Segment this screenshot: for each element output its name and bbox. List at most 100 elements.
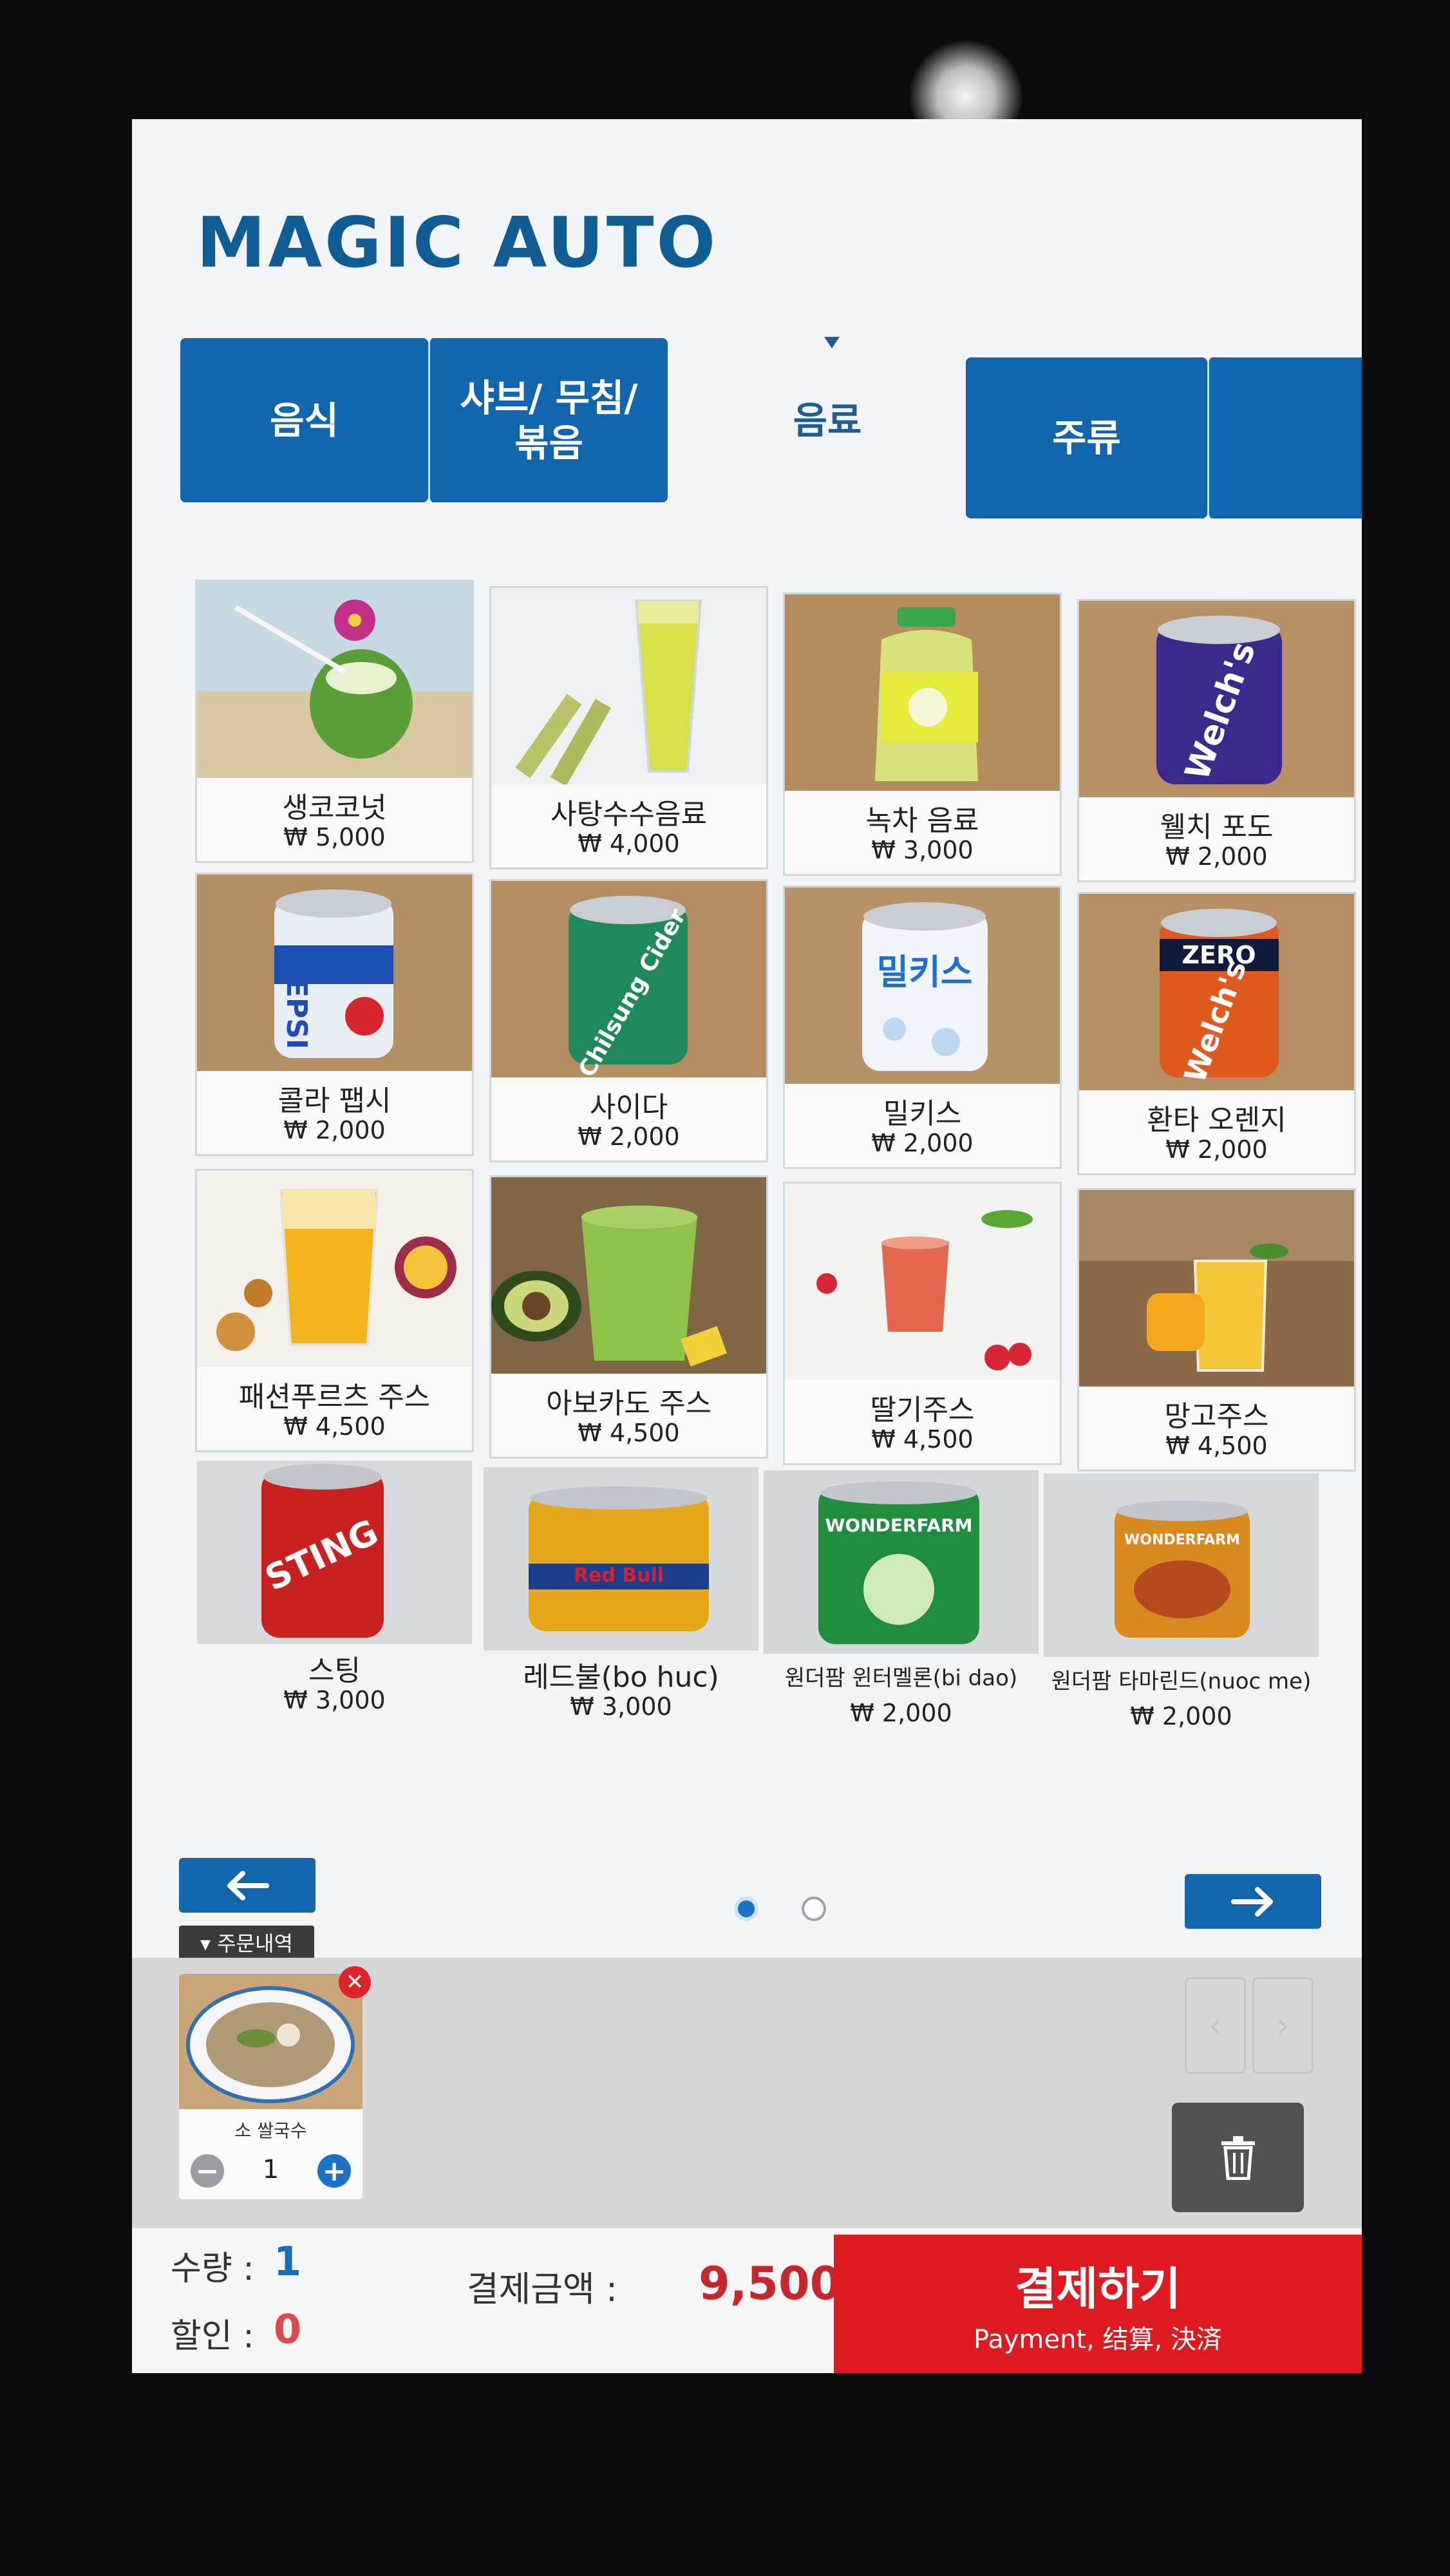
- strawberry-juice-image: [785, 1184, 1060, 1380]
- product-price: ₩ 3,000: [570, 1692, 672, 1721]
- product-card[interactable]: 녹차 음료 ₩ 3,000: [783, 592, 1062, 876]
- page-dot-1[interactable]: [734, 1897, 758, 1921]
- trash-icon: [1221, 2136, 1255, 2180]
- redbull-can-image: Red Bull: [484, 1467, 758, 1651]
- product-card[interactable]: 아보카도 주스 ₩ 4,500: [489, 1175, 768, 1459]
- coconut-image: [197, 582, 472, 778]
- product-card[interactable]: ZERO Welch's 환타 오렌지 ₩ 2,000: [1077, 892, 1356, 1175]
- wonderfarm-tamarind-can-image: WONDERFARM: [1044, 1473, 1319, 1657]
- passion-fruit-juice-image: [197, 1171, 472, 1367]
- brand-logo: MAGIC AUTO: [196, 203, 719, 283]
- arrow-left-icon: [227, 1870, 269, 1900]
- product-price: ₩ 3,000: [283, 1686, 386, 1714]
- clear-order-button[interactable]: [1172, 2103, 1304, 2212]
- chevron-left-icon: ‹: [1208, 2004, 1223, 2047]
- tab-shabu[interactable]: 샤브/ 무침/ 볶음: [428, 338, 668, 502]
- product-name: 레드불(bo huc): [523, 1661, 719, 1694]
- product-name: 아보카도 주스: [546, 1387, 711, 1420]
- product-price: ₩ 4,000: [578, 829, 680, 858]
- next-page-button[interactable]: [1185, 1874, 1321, 1929]
- sugarcane-image: [491, 588, 766, 784]
- milkis-can-image: 밀키스: [785, 887, 1060, 1084]
- remove-item-button[interactable]: ✕: [339, 1966, 371, 1998]
- product-name: 사탕수수음료: [551, 798, 707, 831]
- kiosk-screen: MAGIC AUTO 음식 샤브/ 무침/ 볶음 음료 주류 생코코넛 ₩ 5,…: [132, 119, 1362, 2373]
- sting-can-image: STING: [197, 1461, 472, 1644]
- green-tea-bottle-image: [785, 594, 1060, 791]
- product-card[interactable]: 생코코넛 ₩ 5,000: [195, 580, 474, 863]
- product-price: ₩ 4,500: [871, 1425, 974, 1454]
- product-price: ₩ 4,500: [1165, 1432, 1268, 1460]
- mango-juice-image: [1079, 1190, 1354, 1387]
- tab-drinks[interactable]: 음료: [753, 338, 901, 502]
- checkout-button[interactable]: 결제하기 Payment, 结算, 決済: [834, 2235, 1362, 2373]
- welchs-grape-can-image: Welch's: [1079, 601, 1354, 797]
- pho-bowl-image: [179, 1974, 362, 2109]
- order-summary-bar: 수량 : 1 할인 : 0 결제금액 : 9,500 결제하기 Payment,…: [132, 2228, 1362, 2373]
- pepsi-can-image: PEPSI: [197, 875, 472, 1071]
- product-name: 사이다: [589, 1091, 668, 1124]
- product-name: 환타 오렌지: [1147, 1104, 1286, 1137]
- can-label: Red Bull: [574, 1564, 664, 1587]
- product-name: 생코코넛: [282, 791, 387, 824]
- product-price: ₩ 2,000: [1165, 842, 1268, 871]
- product-card[interactable]: 망고주스 ₩ 4,500: [1077, 1188, 1356, 1472]
- product-price: ₩ 3,000: [871, 836, 974, 864]
- quantity-value: 1: [274, 2238, 302, 2285]
- checkout-sublabel: Payment, 结算, 決済: [974, 2325, 1222, 2354]
- product-name: 녹차 음료: [865, 804, 979, 837]
- product-card[interactable]: 밀키스 밀키스 ₩ 2,000: [783, 886, 1062, 1169]
- payment-amount-label: 결제금액 :: [467, 2269, 618, 2309]
- product-card[interactable]: 사탕수수음료 ₩ 4,000: [489, 586, 768, 869]
- product-name: 웰치 포도: [1160, 811, 1274, 844]
- quantity-stepper: − 1 +: [179, 2151, 362, 2190]
- product-name: 망고주스: [1164, 1400, 1269, 1433]
- product-price: ₩ 2,000: [850, 1699, 952, 1727]
- chilsung-cider-can-image: Chilsung Cider: [491, 881, 766, 1077]
- product-card[interactable]: WONDERFARM 원더팜 타마린드(nuoc me) ₩ 2,000: [1042, 1472, 1321, 1755]
- prev-page-button[interactable]: [179, 1858, 315, 1913]
- product-card[interactable]: STING 스팅 ₩ 3,000: [195, 1459, 474, 1742]
- tab-empty[interactable]: [1207, 357, 1362, 518]
- fanta-orange-can-image: ZERO Welch's: [1079, 894, 1354, 1090]
- increase-quantity-button[interactable]: +: [317, 2154, 351, 2188]
- tab-liquor[interactable]: 주류: [966, 357, 1207, 518]
- order-item-name: 소 쌀국수: [234, 2120, 307, 2141]
- product-price: ₩ 2,000: [871, 1129, 974, 1157]
- product-name: 패션푸르츠 주스: [238, 1381, 431, 1414]
- product-price: ₩ 2,000: [1130, 1702, 1232, 1730]
- discount-label: 할인 :: [171, 2317, 254, 2356]
- product-card[interactable]: 딸기주스 ₩ 4,500: [783, 1182, 1062, 1465]
- avocado-juice-image: [491, 1177, 766, 1374]
- product-name: 원더팜 타마린드(nuoc me): [1051, 1669, 1312, 1694]
- product-name: 콜라 팹시: [278, 1084, 391, 1117]
- order-history-label[interactable]: ▾ 주문내역: [179, 1926, 314, 1959]
- product-card[interactable]: Welch's 웰치 포도 ₩ 2,000: [1077, 599, 1356, 882]
- product-name: 원더팜 윈터멜론(bi dao): [784, 1665, 1018, 1691]
- wonderfarm-wintermelon-can-image: WONDERFARM: [764, 1470, 1039, 1654]
- arrow-right-icon: [1231, 1886, 1273, 1917]
- product-price: ₩ 2,000: [283, 1116, 386, 1144]
- order-item: ✕ 소 쌀국수 − 1 +: [179, 1966, 371, 2199]
- product-name: 스팅: [308, 1654, 361, 1687]
- order-next-button[interactable]: ›: [1252, 1977, 1313, 2074]
- product-card[interactable]: Red Bull 레드불(bo huc) ₩ 3,000: [482, 1465, 760, 1748]
- decrease-quantity-button[interactable]: −: [191, 2154, 224, 2188]
- product-name: 딸기주스: [870, 1394, 975, 1426]
- order-item-quantity: 1: [262, 2155, 279, 2184]
- can-label: WONDERFARM: [1124, 1532, 1240, 1548]
- order-prev-button[interactable]: ‹: [1185, 1977, 1246, 2074]
- product-card[interactable]: PEPSI 콜라 팹시 ₩ 2,000: [195, 873, 474, 1156]
- product-card[interactable]: Chilsung Cider 사이다 ₩ 2,000: [489, 879, 768, 1162]
- category-tabs: 음식 샤브/ 무침/ 볶음 음료 주류: [180, 337, 1362, 518]
- product-price: ₩ 2,000: [578, 1122, 680, 1151]
- product-price: ₩ 2,000: [1165, 1135, 1268, 1164]
- can-label: PEPSI: [280, 958, 313, 1050]
- checkout-label: 결제하기: [1015, 2262, 1181, 2315]
- tab-food[interactable]: 음식: [180, 338, 428, 502]
- product-card[interactable]: 패션푸르츠 주스 ₩ 4,500: [195, 1169, 474, 1452]
- product-card[interactable]: WONDERFARM 원더팜 윈터멜론(bi dao) ₩ 2,000: [762, 1468, 1040, 1752]
- can-label: WONDERFARM: [825, 1515, 972, 1536]
- page-dot-2[interactable]: [802, 1897, 826, 1921]
- chevron-right-icon: ›: [1276, 2004, 1290, 2047]
